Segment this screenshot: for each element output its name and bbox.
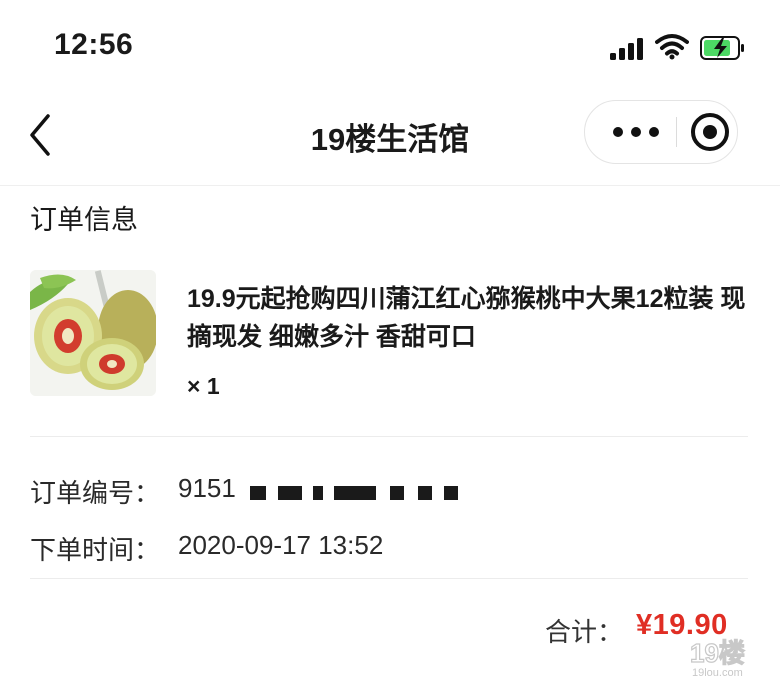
status-time: 12:56 <box>54 28 134 61</box>
section-divider <box>30 436 748 437</box>
product-title[interactable]: 19.9元起抢购四川蒲江红心猕猴桃中大果12粒装 现摘现发 细嫩多汁 香甜可口 <box>187 280 747 356</box>
order-number-label: 订单编号： <box>30 478 161 508</box>
wifi-icon <box>655 34 689 60</box>
section-divider <box>30 578 748 579</box>
capsule-divider <box>676 117 677 147</box>
more-dot-icon <box>649 127 659 137</box>
watermark-subtext: 19lou.com <box>692 667 743 679</box>
battery-charging-icon <box>700 36 744 60</box>
mini-program-capsule <box>584 100 738 164</box>
cellular-signal-icon <box>610 38 644 60</box>
order-number-value: 9151 <box>178 473 236 503</box>
product-quantity: × 1 <box>187 373 220 399</box>
total-label: 合计： <box>545 617 624 647</box>
nav-divider <box>0 185 780 186</box>
more-dot-icon <box>613 127 623 137</box>
more-dot-icon <box>631 127 641 137</box>
section-title: 订单信息 <box>30 205 138 235</box>
product-image[interactable] <box>30 270 156 396</box>
order-time-value: 2020-09-17 13:52 <box>178 530 384 560</box>
watermark-logo: 19楼 19lou.com <box>689 637 745 679</box>
watermark-text: 19楼 <box>690 638 745 668</box>
order-time-label: 下单时间： <box>30 535 161 565</box>
more-options-button[interactable] <box>597 101 677 163</box>
close-mini-program-icon[interactable] <box>691 113 729 151</box>
